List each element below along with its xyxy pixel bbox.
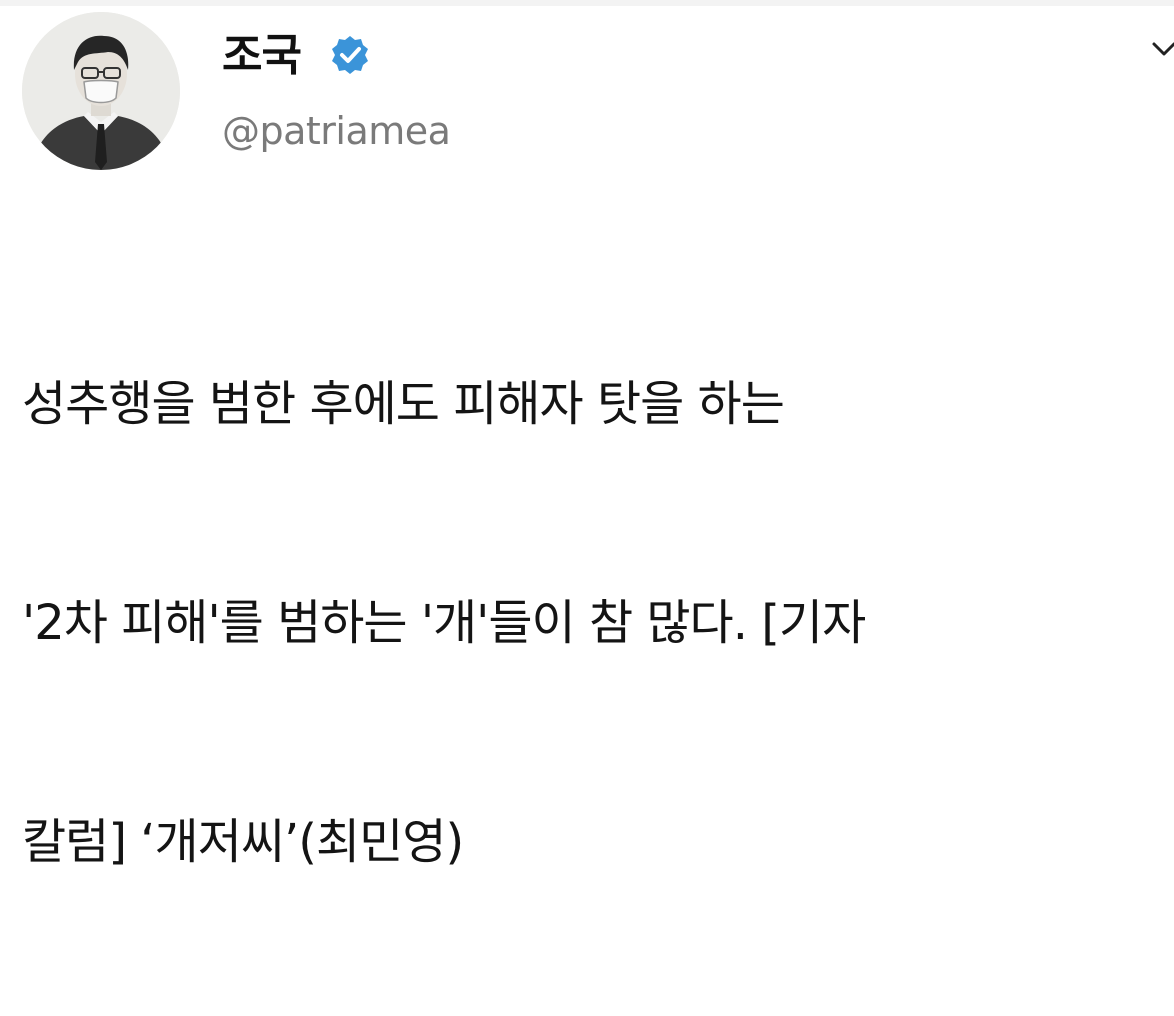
tweet-card: 조국 @patriamea 성추행을 범한 후에도 피해자 탓을 하는 '2차 … xyxy=(0,0,1174,870)
tweet-text-line: 칼럼] ‘개저씨’(최민영) xyxy=(22,814,464,870)
menu-icon[interactable] xyxy=(1150,34,1174,62)
divider xyxy=(0,0,1174,6)
tweet-text: 성추행을 범한 후에도 피해자 탓을 하는 '2차 피해'를 범하는 '개'들이… xyxy=(22,222,1172,1016)
verified-badge-icon xyxy=(332,36,368,74)
tweet-text-line: '2차 피해'를 범하는 '개'들이 참 많다. [기자 xyxy=(22,595,866,651)
avatar-illustration-icon xyxy=(22,12,180,170)
handle[interactable]: @patriamea xyxy=(222,108,451,154)
tweet-text-line: 성추행을 범한 후에도 피해자 탓을 하는 xyxy=(22,376,785,432)
avatar[interactable] xyxy=(22,12,180,170)
display-name[interactable]: 조국 xyxy=(222,30,302,82)
